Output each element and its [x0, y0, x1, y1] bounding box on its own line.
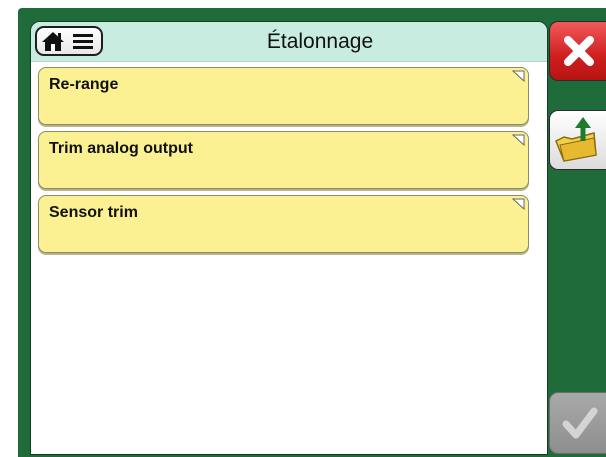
menu-item-label: Sensor trim	[49, 204, 138, 221]
folder-export-button[interactable]	[549, 110, 606, 170]
checkmark-icon	[562, 407, 598, 439]
home-menu-button[interactable]	[35, 26, 103, 56]
main-screen: Étalonnage Re-range Trim analog output S…	[30, 21, 548, 455]
menu-item-trim-analog-output[interactable]: Trim analog output	[38, 131, 529, 189]
corner-fold-icon	[512, 198, 525, 210]
close-x-icon	[564, 36, 594, 66]
hamburger-menu-icon	[73, 34, 93, 49]
corner-fold-icon	[512, 70, 525, 82]
menu-item-sensor-trim[interactable]: Sensor trim	[38, 195, 529, 253]
confirm-button[interactable]	[549, 392, 606, 454]
title-bar: Étalonnage	[31, 22, 547, 62]
folder-up-arrow-icon	[555, 117, 597, 162]
menu-item-re-range[interactable]: Re-range	[38, 67, 529, 125]
menu-item-label: Re-range	[49, 76, 119, 93]
menu-item-label: Trim analog output	[49, 140, 193, 157]
close-button[interactable]	[549, 21, 606, 81]
page-title: Étalonnage	[266, 30, 374, 53]
corner-fold-icon	[512, 134, 525, 146]
